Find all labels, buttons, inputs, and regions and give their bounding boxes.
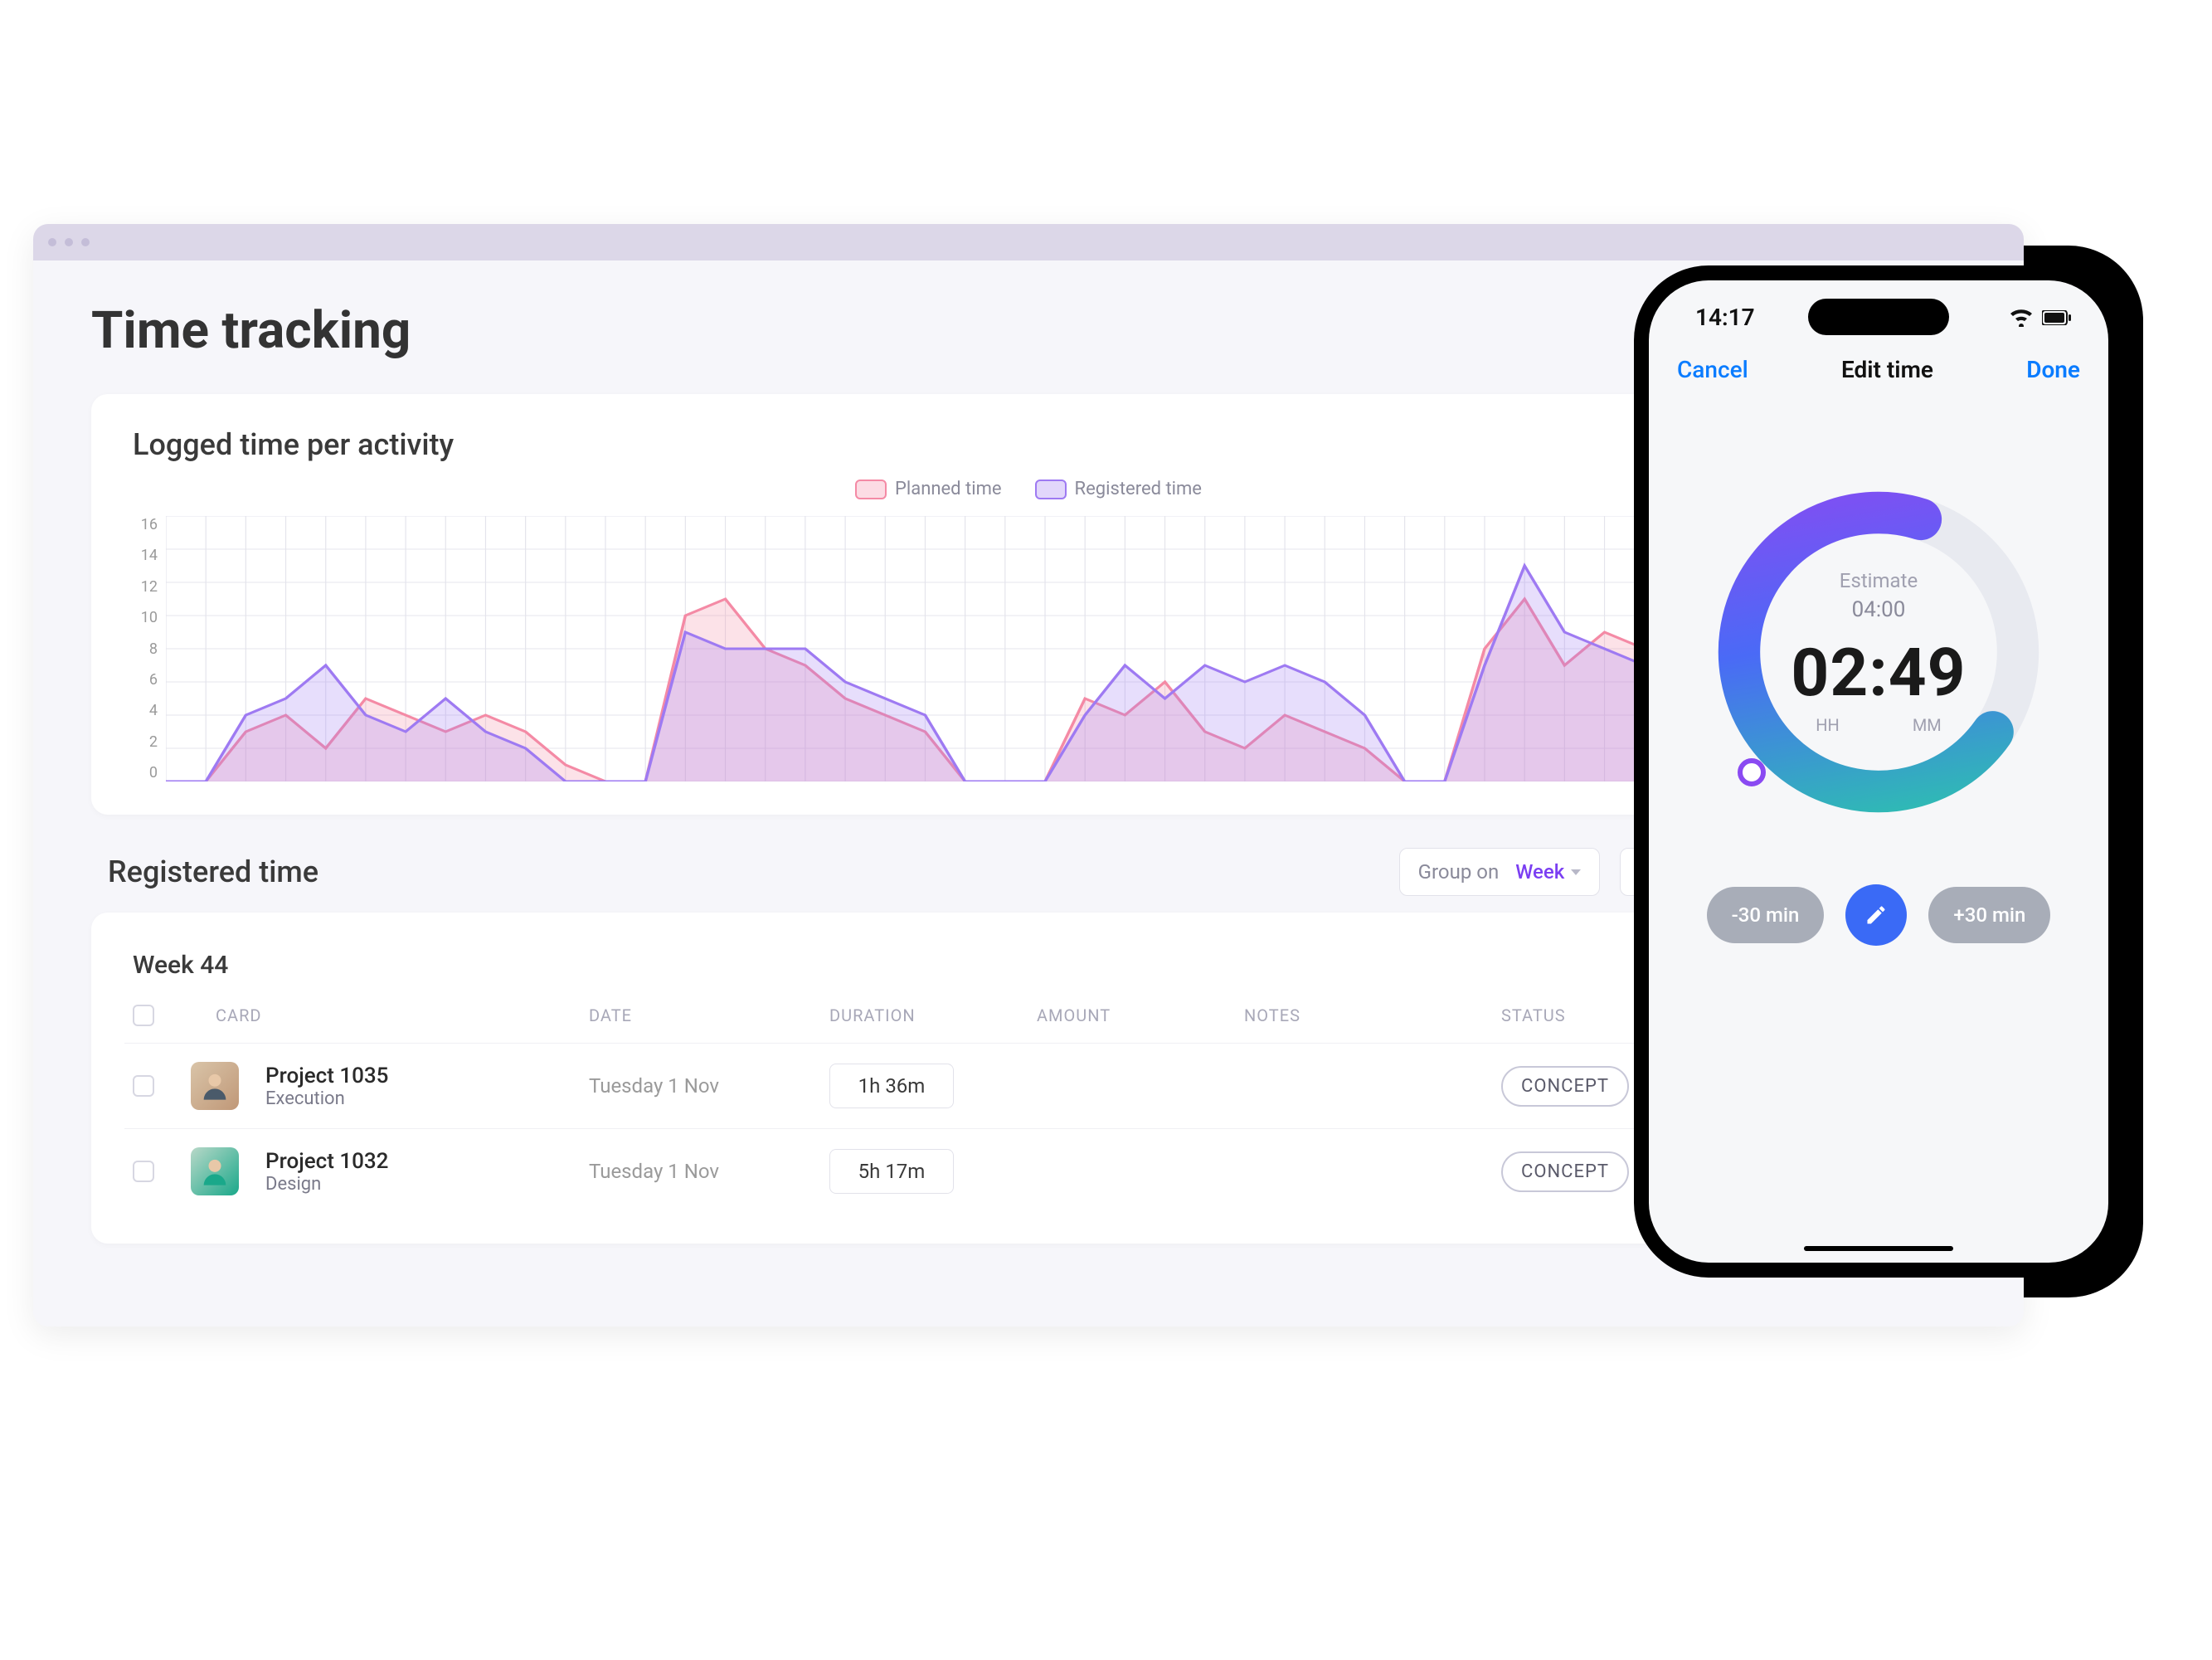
col-duration: DURATION — [829, 1005, 1028, 1025]
plus-30-button[interactable]: +30 min — [1928, 887, 2050, 943]
legend-registered: Registered time — [1035, 479, 1202, 499]
done-button[interactable]: Done — [2026, 356, 2080, 383]
legend-label: Registered time — [1075, 479, 1202, 499]
wifi-icon — [2009, 309, 2034, 327]
time-dial[interactable]: Estimate 04:00 02:49 HH MM — [1704, 478, 2053, 826]
group-on-select[interactable]: Group on Week — [1399, 848, 1601, 896]
person-icon — [198, 1155, 231, 1188]
status-badge: CONCEPT — [1501, 1151, 1629, 1192]
col-amount: AMOUNT — [1037, 1005, 1236, 1025]
row-date: Tuesday 1 Nov — [589, 1074, 821, 1098]
row-project: Project 1032 — [265, 1149, 581, 1174]
home-indicator[interactable] — [1804, 1246, 1953, 1251]
row-activity: Design — [265, 1174, 581, 1195]
status-badge: CONCEPT — [1501, 1066, 1629, 1107]
col-date: DATE — [589, 1005, 821, 1025]
phone-screen: 14:17 Cancel Edit time Done — [1649, 280, 2108, 1263]
chart-y-axis: 1614121086420 — [133, 516, 158, 781]
group-on-label: Group on — [1418, 860, 1500, 884]
nav-bar: Cancel Edit time Done — [1649, 331, 2108, 403]
registered-title: Registered time — [108, 854, 318, 889]
group-on-value: Week — [1515, 860, 1564, 884]
cancel-button[interactable]: Cancel — [1677, 356, 1748, 383]
legend-swatch-icon — [855, 480, 887, 499]
row-checkbox[interactable] — [133, 1075, 154, 1097]
phone-frame: 14:17 Cancel Edit time Done — [1634, 265, 2123, 1278]
estimate-value: 04:00 — [1852, 597, 1906, 622]
row-duration-input[interactable]: 5h 17m — [829, 1149, 954, 1194]
time-value: 02:49 — [1791, 634, 1966, 712]
battery-icon — [2042, 310, 2072, 325]
row-date: Tuesday 1 Nov — [589, 1160, 821, 1183]
col-notes: NOTES — [1244, 1005, 1493, 1025]
person-icon — [198, 1069, 231, 1103]
legend-planned: Planned time — [855, 479, 1002, 499]
traffic-light-icon — [48, 238, 56, 246]
browser-chrome — [33, 224, 2024, 260]
legend-label: Planned time — [895, 479, 1002, 499]
edit-button[interactable] — [1845, 884, 1907, 946]
legend-swatch-icon — [1035, 480, 1067, 499]
row-project: Project 1035 — [265, 1064, 581, 1088]
dial-handle[interactable] — [1738, 758, 1766, 786]
minus-30-button[interactable]: -30 min — [1707, 887, 1825, 943]
row-checkbox[interactable] — [133, 1161, 154, 1182]
row-activity: Execution — [265, 1088, 581, 1109]
select-all-checkbox[interactable] — [133, 1005, 154, 1026]
notch — [1808, 299, 1949, 335]
nav-title: Edit time — [1841, 356, 1933, 383]
row-duration-input[interactable]: 1h 36m — [829, 1064, 954, 1108]
avatar — [191, 1147, 239, 1195]
estimate-label: Estimate — [1840, 569, 1918, 592]
traffic-light-icon — [81, 238, 90, 246]
col-card: CARD — [216, 1005, 581, 1025]
chevron-down-icon — [1571, 869, 1581, 875]
traffic-light-icon — [65, 238, 73, 246]
hh-label: HH — [1816, 715, 1840, 735]
pencil-icon — [1864, 903, 1888, 927]
mm-label: MM — [1913, 715, 1942, 735]
status-time: 14:17 — [1695, 304, 1755, 331]
avatar — [191, 1062, 239, 1110]
